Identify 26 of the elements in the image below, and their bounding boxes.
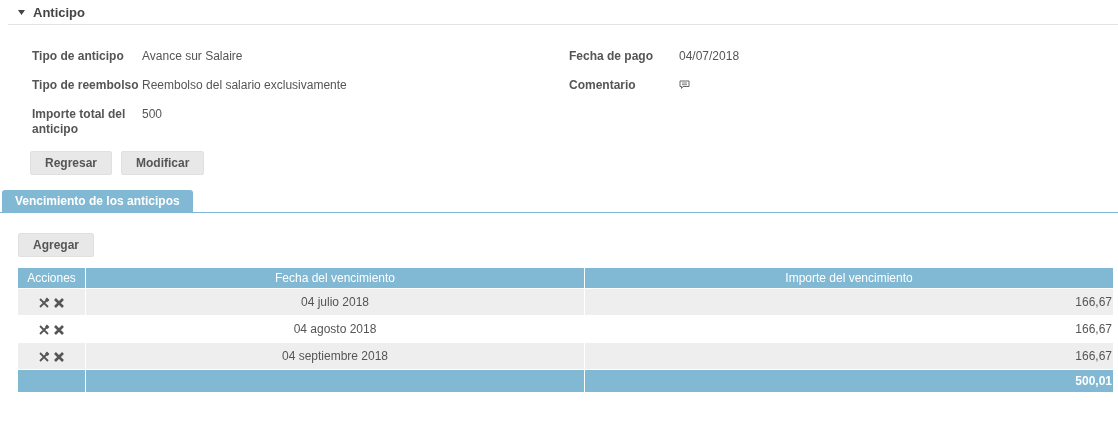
field-label: Importe total del anticipo — [32, 107, 127, 137]
delete-icon[interactable] — [53, 296, 65, 309]
field-value: Reembolso del salario exclusivamente — [142, 78, 347, 93]
table-cell: 166,67 — [584, 342, 1113, 370]
action-button[interactable]: Modificar — [121, 151, 205, 175]
table-cell: 04 septiembre 2018 — [85, 342, 585, 370]
column-header: Importe del vencimiento — [584, 268, 1113, 289]
table-cell: 04 julio 2018 — [85, 288, 585, 316]
total-cell: 500,01 — [584, 369, 1113, 392]
column-header: Fecha del vencimiento — [85, 268, 585, 289]
comment-icon[interactable] — [679, 80, 690, 90]
column-header: Acciones — [18, 268, 86, 289]
field-label: Fecha de pago — [569, 49, 655, 64]
section-title: Anticipo — [33, 4, 85, 20]
field-label: Comentario — [569, 78, 637, 93]
field-label: Tipo de reembolso — [32, 78, 140, 93]
delete-icon[interactable] — [53, 323, 65, 336]
caret-icon[interactable] — [18, 9, 25, 15]
delete-icon[interactable] — [53, 350, 65, 363]
field-value: Avance sur Salaire — [142, 49, 243, 64]
field-label: Tipo de anticipo — [32, 49, 125, 64]
add-button[interactable]: Agregar — [18, 233, 94, 257]
field-value: 500 — [142, 107, 163, 123]
action-button[interactable]: Regresar — [30, 151, 113, 175]
table-cell: 166,67 — [584, 288, 1113, 316]
field-value: 04/07/2018 — [679, 49, 740, 64]
